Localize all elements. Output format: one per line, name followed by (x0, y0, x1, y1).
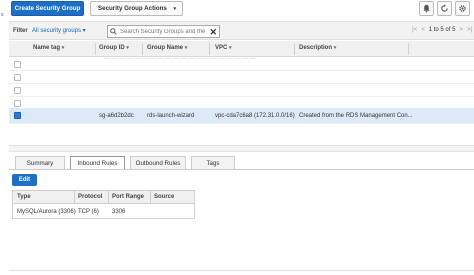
previous-page-button[interactable]: < (421, 27, 425, 33)
cell-group-name: rds-launch-wizard (147, 113, 195, 119)
inbound-rules-table: Type Protocol Port Range Source MySQL/Au… (12, 190, 195, 219)
tab-tags[interactable]: Tags (191, 156, 235, 170)
chevron-down-icon: ▾ (173, 6, 176, 12)
gear-icon (459, 5, 466, 12)
faded-row-text: — — — — — — — — — — — — — — — — — — — — (104, 56, 256, 62)
column-divider[interactable] (209, 43, 210, 55)
edit-button[interactable]: Edit (12, 174, 37, 186)
column-header-name-tag[interactable]: Name tag ▾ (33, 45, 64, 54)
pagination: |< < 1 to 5 of 5 > >| (412, 27, 472, 33)
edge-marker: s (1, 12, 4, 18)
column-header-group-name[interactable]: Group Name ▾ (147, 45, 187, 54)
rules-header-type: Type (17, 194, 31, 200)
table-row-selected[interactable]: sg-a6d2b2dc rds-launch-wizard vpc-cda7c6… (9, 108, 474, 124)
next-page-button[interactable]: > (459, 27, 463, 33)
rule-protocol: TCP (6) (78, 209, 99, 215)
rules-header-source: Source (154, 194, 175, 200)
tab-summary[interactable]: Summary (15, 156, 65, 170)
sort-icon: ▾ (61, 45, 65, 51)
row-checkbox[interactable] (14, 87, 21, 94)
table-row[interactable] (9, 84, 474, 97)
toolbar: Create Security Group Security Group Act… (9, 0, 474, 20)
pagination-info: 1 to 5 of 5 (428, 27, 456, 33)
cell-group-id: sg-a6d2b2dc (99, 113, 134, 119)
sort-icon: ▾ (126, 45, 129, 51)
filter-label: Filter (13, 28, 28, 34)
column-divider (108, 191, 109, 204)
row-checkbox-checked[interactable] (14, 112, 21, 119)
cell-description: Created from the RDS Management Con... (299, 113, 413, 119)
column-header-group-id[interactable]: Group ID ▾ (99, 45, 129, 54)
security-group-filter-select[interactable]: All security groups ▾ (32, 27, 86, 34)
table-row[interactable]: — — — — — — — — — — — — — — — — — — — — (9, 56, 474, 71)
bell-icon (423, 4, 430, 13)
rules-table-header: Type Protocol Port Range Source (13, 191, 194, 204)
column-divider[interactable] (408, 43, 409, 55)
row-checkbox[interactable] (14, 100, 21, 107)
rule-type: MySQL/Aurora (3306) (17, 209, 76, 215)
search-input[interactable] (120, 28, 205, 35)
column-divider[interactable] (95, 43, 96, 55)
create-security-group-button[interactable]: Create Security Group (11, 1, 84, 16)
last-page-button[interactable]: >| (467, 27, 472, 33)
row-checkbox[interactable] (14, 61, 21, 68)
refresh-icon (441, 4, 448, 12)
column-divider (150, 191, 151, 204)
tab-outbound-rules[interactable]: Outbound Rules (130, 156, 186, 170)
sort-icon: ▾ (333, 45, 337, 51)
first-page-button[interactable]: |< (412, 27, 417, 33)
security-group-actions-label: Security Group Actions (98, 5, 167, 12)
filter-bar: Filter All security groups ▾ ✕ |< < 1 to… (9, 21, 474, 40)
table-header: Name tag ▾ Group ID ▾ Group Name ▾ VPC ▾… (9, 41, 474, 57)
notifications-button[interactable] (419, 1, 434, 16)
column-header-vpc[interactable]: VPC ▾ (215, 45, 232, 54)
column-header-description[interactable]: Description ▾ (299, 45, 336, 54)
sort-icon: ▾ (184, 45, 188, 51)
panel-resize-handle[interactable] (9, 145, 474, 152)
footer-divider (9, 270, 474, 271)
row-checkbox[interactable] (14, 74, 21, 81)
search-box: ✕ (107, 25, 220, 38)
tab-divider (9, 169, 474, 170)
table-row[interactable] (9, 71, 474, 84)
column-divider[interactable] (294, 43, 295, 55)
column-divider (74, 191, 75, 204)
refresh-button[interactable] (437, 1, 452, 16)
tab-inbound-rules[interactable]: Inbound Rules (70, 156, 125, 170)
rules-header-port-range: Port Range (112, 194, 145, 200)
rules-header-protocol: Protocol (78, 194, 103, 200)
security-group-actions-button[interactable]: Security Group Actions ▾ (90, 1, 183, 16)
rule-port-range: 3306 (112, 209, 126, 215)
cell-vpc: vpc-cda7c6a8 (172.31.0.0/16) (215, 113, 295, 119)
settings-button[interactable] (455, 1, 470, 16)
column-divider[interactable] (142, 43, 143, 55)
clear-search-icon[interactable]: ✕ (209, 27, 217, 37)
search-icon (110, 28, 117, 35)
sort-icon: ▾ (229, 45, 232, 51)
